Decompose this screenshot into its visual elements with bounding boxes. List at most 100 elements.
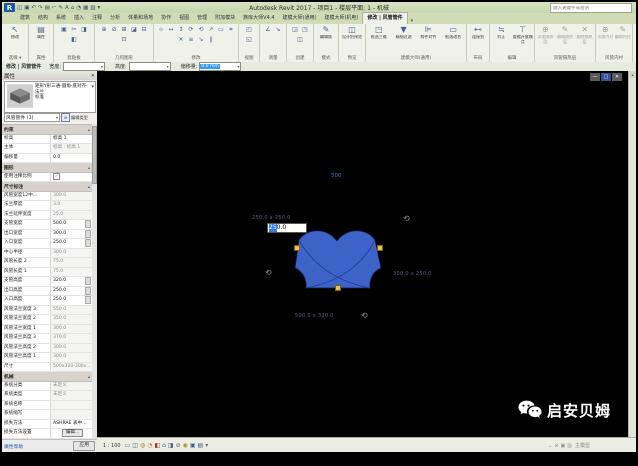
drawing-canvas[interactable]: — □ ✕ ⟲ ⟲ ⟲ 500 250.0 x 250.0 300.0 x 25… <box>97 71 628 437</box>
scroll-up-icon[interactable]: ▴ <box>629 71 636 78</box>
move-icon[interactable]: ↔ <box>167 25 176 34</box>
box-rename-button[interactable]: ▭ 框选改名 <box>441 25 465 40</box>
tab-insert[interactable]: 插入 <box>70 13 88 24</box>
search-input[interactable] <box>551 5 631 11</box>
dimension-label-top[interactable]: 500 <box>331 173 342 179</box>
demolish-icon[interactable]: ⊡ <box>120 35 129 44</box>
prop-value[interactable]: 标高 1 <box>50 134 92 143</box>
edit-settings-button[interactable]: 编辑... <box>62 429 83 438</box>
extend-icon[interactable]: ↗ <box>207 25 216 34</box>
apply-button[interactable]: 应用 <box>73 441 95 451</box>
create-assembly-icon[interactable]: ◫ <box>296 35 305 44</box>
prop-value[interactable]: ASHRAE 表中... <box>50 419 92 428</box>
prop-category[interactable]: 尺寸标注 ▴ <box>2 182 92 192</box>
show-crop-icon[interactable]: ◨ <box>168 442 174 450</box>
switch-windows-icon[interactable]: ▾ <box>98 5 101 11</box>
tab-modeling-master-mep[interactable]: 建模大师(机电) <box>320 13 362 24</box>
dimension-edit-field[interactable]: 25 0.0 <box>267 223 307 233</box>
vertical-scrollbar[interactable]: ▴ <box>628 71 636 437</box>
constraints-icon[interactable]: ▤ <box>198 442 204 450</box>
sun-path-icon[interactable]: ◔ <box>147 442 152 450</box>
print-icon[interactable]: ▤ <box>45 5 50 11</box>
type-selector[interactable]: 矩形Y形三通-圆角-底对齐-法兰 标准 ▾ <box>4 81 96 113</box>
properties-header[interactable]: 属性 ✕ <box>2 71 97 80</box>
flip-control-icon[interactable]: ⟲ <box>403 215 410 223</box>
connector-size-label[interactable]: 300.0 x 250.0 <box>393 271 432 277</box>
height-dropdown[interactable]: ▾ <box>128 62 171 71</box>
flip-control-icon[interactable]: ⟲ <box>265 269 272 277</box>
design-options-icon[interactable]: ⊘ <box>554 443 558 449</box>
tab-view[interactable]: 视图 <box>175 13 193 24</box>
component-align-button[interactable]: ⊫ 构件对齐 <box>417 25 441 40</box>
associate-param-button[interactable] <box>85 286 91 295</box>
prop-category[interactable]: 图形 ▴ <box>2 163 92 173</box>
delete-icon[interactable]: ✕ <box>177 35 186 44</box>
detail-level-icon[interactable]: ◫ <box>132 442 138 450</box>
split-face-icon[interactable]: ⊟ <box>140 25 149 34</box>
analytical-icon[interactable]: ▣ <box>190 442 196 450</box>
shadows-icon[interactable]: ◧ <box>154 442 160 450</box>
hide-isolate-icon[interactable]: ⊘ <box>176 442 181 450</box>
offset-dropdown[interactable]: 0.0 mm ▾ <box>199 62 242 71</box>
connector-size-label[interactable]: 500.0 x 320.0 <box>295 313 334 319</box>
box-select-3d-button[interactable]: ◳ 框选三维 <box>367 25 391 40</box>
tab-manage[interactable]: 管理 <box>193 13 211 24</box>
save-icon[interactable]: ▣ <box>24 5 29 11</box>
rotate-icon[interactable]: ⟳ <box>187 25 196 34</box>
add-lining-button[interactable]: ⊕ 添加内衬 <box>597 25 614 40</box>
hide-icon[interactable]: ◰ <box>245 25 254 34</box>
measure-icon[interactable]: ⌐ <box>52 5 57 11</box>
editable-only-icon[interactable]: ▥ <box>567 443 572 449</box>
modify-tool-button[interactable]: ↖ 修改 <box>3 25 27 40</box>
mirror-icon[interactable]: ⟲ <box>197 25 206 34</box>
instance-selector[interactable]: 风管管件 (1) ▾ <box>4 113 60 122</box>
cut-geometry-icon[interactable]: ⊘ <box>110 25 119 34</box>
prop-value[interactable]: 250.0 <box>50 286 85 295</box>
crop-view-icon[interactable]: ⌂ <box>162 442 166 450</box>
match-type-icon[interactable]: ◧ <box>70 35 79 44</box>
tab-struct[interactable]: 结构 <box>34 13 52 24</box>
prop-value[interactable]: 0.0 <box>50 153 92 162</box>
user-interface-icon[interactable]: ▥ <box>90 5 95 11</box>
design-preview-button[interactable]: ◫ 设计别预览 <box>340 25 364 40</box>
trim-icon[interactable]: ▭ <box>217 25 226 34</box>
fine-filter-button[interactable]: ▼ 精细过滤 <box>392 25 416 40</box>
tab-massing[interactable]: 体量和场地 <box>124 13 157 24</box>
associate-param-button[interactable] <box>85 239 91 248</box>
prop-value[interactable]: 编辑... <box>50 429 92 438</box>
aligned-dimension-icon[interactable]: ✎ <box>58 5 63 11</box>
scale-icon[interactable]: ↘ <box>197 35 206 44</box>
flip-control-icon[interactable]: ⟲ <box>361 312 368 320</box>
create-group-icon[interactable]: ◲ <box>291 25 300 34</box>
exclude-options-icon[interactable]: ▣ <box>561 443 566 449</box>
tab-modify-duct-fittings[interactable]: 修改 | 风管管件 <box>362 12 408 24</box>
cope-icon[interactable]: ⊕ <box>100 25 109 34</box>
associate-param-button[interactable] <box>85 220 91 229</box>
help-search-box[interactable] <box>550 3 632 13</box>
drag-handle-left[interactable] <box>294 245 300 251</box>
visual-style-icon[interactable]: ◍ <box>140 442 145 450</box>
paint-icon[interactable]: ◪ <box>130 25 139 34</box>
join-icon[interactable]: ⊞ <box>120 25 129 34</box>
open-icon[interactable]: ◫ <box>17 5 22 11</box>
3d-view-icon[interactable]: ⌂ <box>71 5 75 11</box>
drag-handle-right[interactable] <box>377 245 383 251</box>
create-similar-icon[interactable]: ◳ <box>301 25 310 34</box>
duct-fitting-shape[interactable] <box>97 71 628 437</box>
array-icon[interactable]: ≡ <box>187 35 196 44</box>
edit-family-button[interactable]: ✎ 编辑族 <box>315 25 337 40</box>
split-icon[interactable]: ⌗ <box>227 25 236 34</box>
text-icon[interactable]: A <box>65 5 69 11</box>
pin-icon[interactable]: ∥ <box>207 35 216 44</box>
tab-arch[interactable]: 建筑 <box>16 13 34 24</box>
prop-value[interactable]: 250.0 <box>50 239 85 248</box>
measure-angle-icon[interactable]: ∠ <box>264 25 273 34</box>
associate-param-button[interactable] <box>85 229 91 238</box>
prop-category[interactable]: 约束 ▴ <box>2 125 92 135</box>
tab-analyze[interactable]: 分析 <box>106 13 124 24</box>
tab-systems[interactable]: 系统 <box>52 13 70 24</box>
tab-family-master[interactable]: 族库大师V4.4 <box>239 13 278 24</box>
override-icon[interactable]: ◱ <box>245 35 254 44</box>
prop-value[interactable]: 500.0 <box>50 220 85 229</box>
undo-icon[interactable]: ↶ <box>31 5 36 11</box>
